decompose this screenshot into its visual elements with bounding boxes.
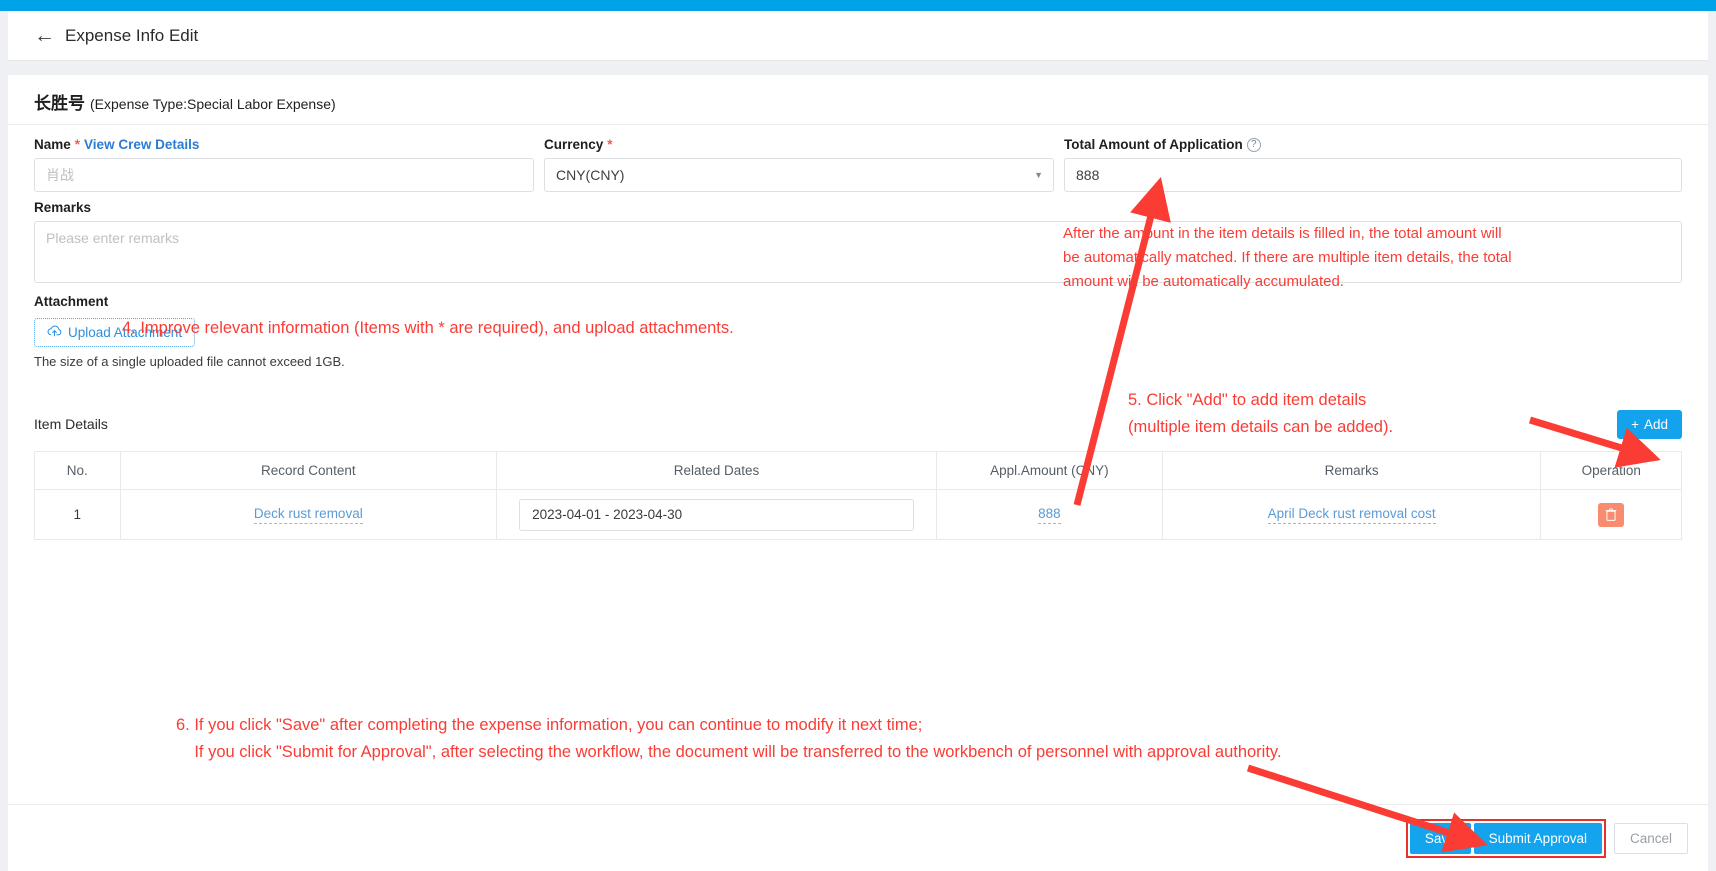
total-amount-label: Total Amount of Application [1064,137,1243,152]
cell-appl-amount: 888 [935,489,1163,540]
name-label: Name [34,137,71,152]
form-row-remarks: Remarks Please enter remarks [8,192,1708,283]
add-item-label: Add [1643,416,1668,432]
cell-record-content: Deck rust removal [119,489,498,540]
upload-attachment-label: Upload Attachment [68,325,183,340]
record-content-editable[interactable]: Deck rust removal [253,506,363,524]
vessel-info-line: 长胜号 (Expense Type:Special Labor Expense) [8,75,1708,125]
form-row-primary: Name * View Crew Details 肖战 Currency * C… [8,125,1708,192]
column-header-remarks: Remarks [1161,451,1542,490]
item-details-title: Item Details [34,416,108,432]
column-header-amount: Appl.Amount (CNY) [935,451,1163,490]
currency-label-row: Currency * [544,137,1054,152]
vessel-name: 长胜号 [34,94,85,113]
upload-attachment-button[interactable]: Upload Attachment [34,318,196,347]
submit-approval-button[interactable]: Submit Approval [1473,822,1602,854]
cloud-upload-icon [47,325,62,340]
view-crew-details-link[interactable]: View Crew Details [84,137,199,152]
related-dates-input[interactable]: 2023-04-01 - 2023-04-30 [519,498,914,531]
appl-amount-editable[interactable]: 888 [1038,506,1061,524]
total-amount-label-row: Total Amount of Application ? [1064,137,1682,152]
top-accent-bar [0,0,1716,11]
column-header-record: Record Content [119,451,498,490]
name-input[interactable]: 肖战 [34,158,534,192]
remarks-textarea[interactable]: Please enter remarks [34,221,1682,283]
row-remarks-editable[interactable]: April Deck rust removal cost [1267,506,1436,524]
question-mark-icon[interactable]: ? [1246,137,1261,152]
currency-field-group: Currency * CNY(CNY) ▼ [544,125,1054,192]
expense-info-edit-page: ← Expense Info Edit 长胜号 (Expense Type:Sp… [0,0,1716,871]
required-star-icon: * [74,137,81,152]
column-header-dates: Related Dates [496,451,937,490]
item-details-header: Item Details + Add [34,407,1682,441]
plus-icon: + [1631,416,1639,432]
item-details-section: Item Details + Add No. Record Content Re… [8,407,1708,540]
cell-related-dates: 2023-04-01 - 2023-04-30 [496,489,937,540]
cell-remarks: April Deck rust removal cost [1161,489,1542,540]
cell-operation [1540,489,1682,540]
add-item-button[interactable]: + Add [1617,409,1682,439]
currency-label: Currency [544,137,604,152]
item-table-head: No. Record Content Related Dates Appl.Am… [34,451,1682,490]
column-header-no: No. [34,451,121,490]
footer-action-bar: Save Submit Approval Cancel [8,804,1708,871]
expense-type-text: (Expense Type:Special Labor Expense) [90,96,336,112]
currency-select-value[interactable]: CNY(CNY) [544,158,1054,192]
item-details-table: No. Record Content Related Dates Appl.Am… [34,451,1682,540]
column-header-operation: Operation [1540,451,1682,490]
attachment-section: Attachment Upload Attachment The size of… [8,283,1708,369]
total-amount-input[interactable]: 888 [1064,158,1682,192]
cancel-button[interactable]: Cancel [1613,822,1688,854]
page-header: ← Expense Info Edit [8,11,1708,61]
required-star-icon: * [607,137,613,152]
main-content-card: 长胜号 (Expense Type:Special Labor Expense)… [8,75,1708,804]
page-title: Expense Info Edit [65,25,199,45]
currency-select[interactable]: CNY(CNY) ▼ [544,158,1054,192]
remarks-label: Remarks [34,200,92,215]
header-gap [8,61,1708,75]
table-row: 1 Deck rust removal 2023-04-01 - 2023-04… [34,489,1682,540]
upload-size-hint: The size of a single uploaded file canno… [34,354,345,369]
attachment-label: Attachment [34,294,109,309]
trash-icon[interactable] [1598,502,1625,527]
save-button[interactable]: Save [1409,822,1471,854]
total-amount-field-group: Total Amount of Application ? 888 [1064,125,1682,192]
name-label-row: Name * View Crew Details [34,137,534,152]
cell-no: 1 [34,489,121,540]
left-arrow-icon[interactable]: ← [34,25,55,46]
item-table-body: 1 Deck rust removal 2023-04-01 - 2023-04… [34,489,1682,540]
remarks-field-group: Remarks Please enter remarks [34,200,1682,283]
name-field-group: Name * View Crew Details 肖战 [34,125,534,192]
table-header-row: No. Record Content Related Dates Appl.Am… [34,451,1682,490]
primary-actions-group: Save Submit Approval [1405,818,1606,858]
